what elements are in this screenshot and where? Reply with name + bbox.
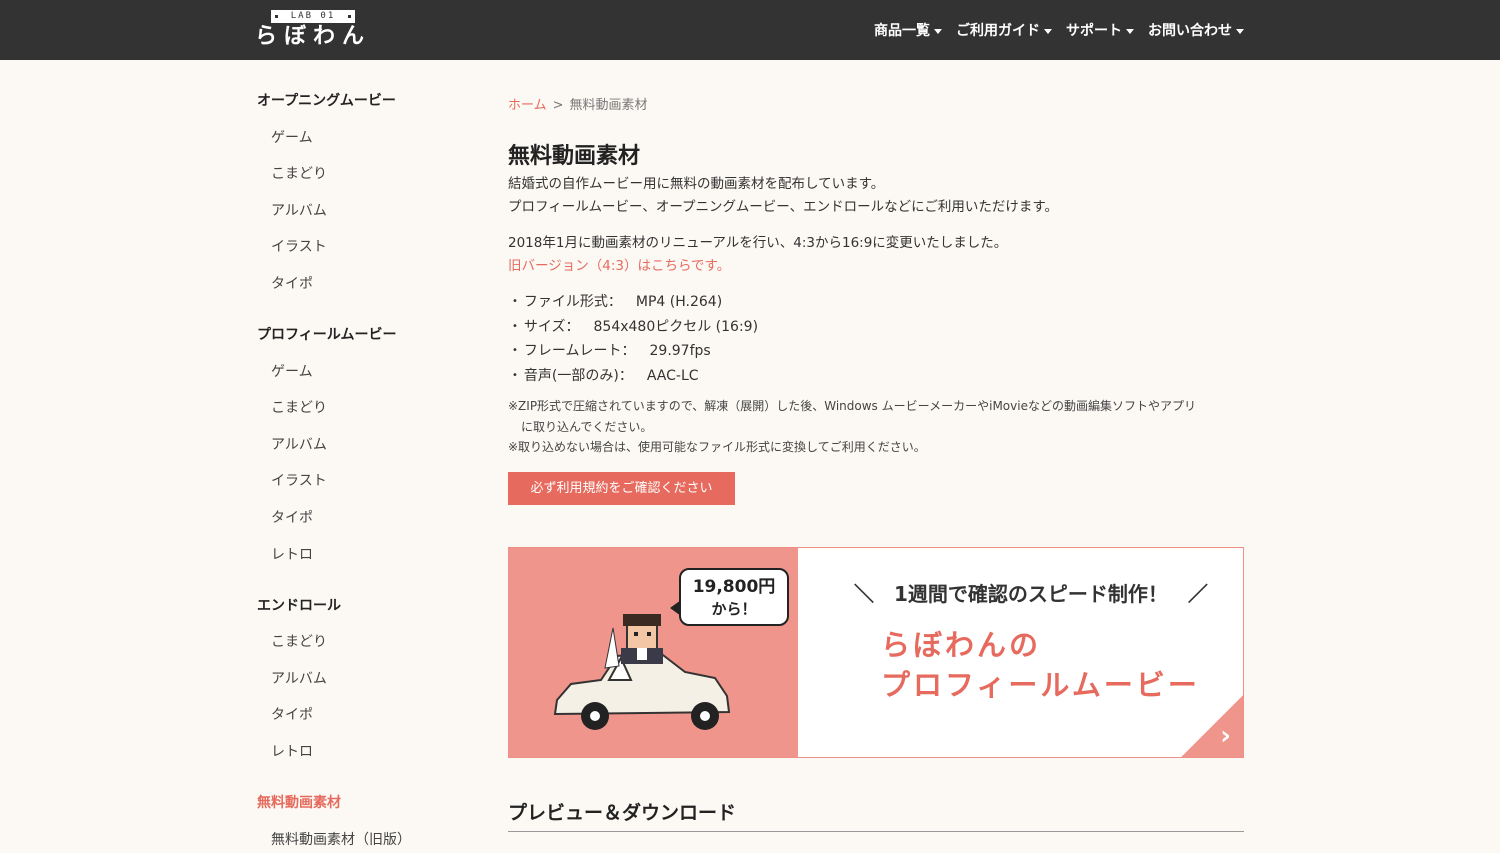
price-from-text: から！	[711, 600, 757, 618]
note-line-1-cont: に取り込んでください。	[521, 419, 653, 434]
sidebar-group-endroll[interactable]: エンドロール	[257, 595, 341, 615]
sidebar-item-endroll-album[interactable]: アルバム	[271, 668, 327, 688]
nav-contact[interactable]: お問い合わせ	[1148, 20, 1244, 40]
nav-contact-label: お問い合わせ	[1148, 23, 1232, 39]
list-item: 音声(一部のみ)： AAC-LC	[512, 365, 758, 390]
caret-down-icon	[1044, 28, 1052, 34]
logo-text: らぼわん	[255, 24, 372, 49]
banner-title-line-2: プロフィールムービー	[881, 668, 1200, 702]
note-line-1: ※ZIP形式で圧縮されていますので、解凍（展開）した後、Windows ムービー…	[508, 399, 1196, 413]
profile-movie-banner[interactable]: 19,800円 から！ ＼ 1週間で確認のスピード制作！ ／ らぼわんの プロフ…	[508, 547, 1244, 758]
banner-illustration: 19,800円 から！	[509, 548, 798, 757]
renewal-text: 2018年1月に動画素材のリニューアルを行い、4:3から16:9に変更いたしまし…	[508, 235, 1008, 251]
sidebar-item-profile-typo[interactable]: タイポ	[271, 507, 313, 527]
spec-label: フレームレート：	[523, 343, 636, 360]
sidebar-item-opening-illust[interactable]: イラスト	[271, 236, 327, 256]
nav-guide[interactable]: ご利用ガイド	[956, 20, 1052, 40]
usage-note: ※ZIP形式で圧縮されていますので、解凍（展開）した後、Windows ムービー…	[508, 396, 1244, 458]
nav-support[interactable]: サポート	[1066, 20, 1134, 40]
sidebar-group-free[interactable]: 無料動画素材	[257, 792, 341, 812]
sidebar-item-profile-retro[interactable]: レトロ	[271, 544, 313, 564]
terms-button[interactable]: 必ず利用規約をご確認ください	[508, 472, 735, 505]
breadcrumb-home[interactable]: ホーム	[508, 98, 547, 113]
breadcrumb: ホーム > 無料動画素材	[508, 94, 648, 113]
spec-value: MP4 (H.264)	[635, 294, 723, 310]
spec-label: ファイル形式：	[523, 294, 622, 310]
sidebar-item-opening-typo[interactable]: タイポ	[271, 273, 313, 293]
list-item: サイズ： 854x480ピクセル (16:9)	[512, 316, 758, 341]
logo-badge: LAB 01	[271, 10, 355, 23]
sidebar-item-opening-game[interactable]: ゲーム	[271, 127, 313, 147]
nav-products-label: 商品一覧	[874, 23, 930, 39]
sidebar-item-profile-komadori[interactable]: こまどり	[271, 397, 327, 417]
list-item: フレームレート： 29.97fps	[512, 340, 758, 365]
caret-down-icon	[934, 28, 942, 34]
spec-label: サイズ：	[523, 318, 580, 335]
banner-corner	[1181, 695, 1243, 757]
chevron-right-icon: ›	[1220, 721, 1231, 751]
spec-value: 29.97fps	[649, 343, 711, 360]
sidebar-item-endroll-typo[interactable]: タイポ	[271, 704, 313, 724]
nav-guide-label: ご利用ガイド	[956, 23, 1040, 39]
note-line-2: ※取り込めない場合は、使用可能なファイル形式に変換してご利用ください。	[508, 440, 926, 454]
price-text: 19,800円	[692, 577, 776, 597]
site-logo[interactable]: LAB 01 らぼわん	[255, 8, 375, 52]
nav-support-label: サポート	[1066, 23, 1122, 39]
sidebar-item-profile-album[interactable]: アルバム	[271, 434, 327, 454]
sidebar-group-profile[interactable]: プロフィールムービー	[257, 324, 396, 344]
spec-list: ファイル形式： MP4 (H.264) サイズ： 854x480ピクセル (16:9…	[512, 291, 758, 390]
spec-value: 854x480ピクセル (16:9)	[593, 318, 759, 335]
old-version-link[interactable]: 旧バージョン（4:3）はこちらです。	[508, 255, 730, 278]
preview-download-heading: プレビュー＆ダウンロード	[508, 798, 1244, 832]
price-bubble: 19,800円 から！	[670, 568, 789, 626]
sidebar-item-profile-illust[interactable]: イラスト	[271, 470, 327, 490]
sidebar-item-endroll-komadori[interactable]: こまどり	[271, 631, 327, 651]
sidebar-item-endroll-retro[interactable]: レトロ	[271, 741, 313, 761]
breadcrumb-current: 無料動画素材	[569, 98, 648, 113]
banner-tagline: ＼ 1週間で確認のスピード制作！ ／	[854, 582, 1208, 606]
global-nav: 商品一覧 ご利用ガイド サポート お問い合わせ	[874, 0, 1244, 60]
caret-down-icon	[1236, 28, 1244, 34]
caret-down-icon	[1126, 28, 1134, 34]
breadcrumb-separator: >	[552, 98, 564, 113]
sidebar-group-opening[interactable]: オープニングムービー	[257, 90, 396, 110]
banner-title-line-1: らぼわんの	[881, 628, 1042, 662]
sidebar-item-profile-game[interactable]: ゲーム	[271, 361, 313, 381]
sidebar-item-opening-album[interactable]: アルバム	[271, 200, 327, 220]
page-title: 無料動画素材	[508, 144, 641, 169]
spec-label: 音声(一部のみ)：	[523, 368, 633, 385]
spec-value: AAC-LC	[646, 368, 699, 385]
sidebar-item-opening-komadori[interactable]: こまどり	[271, 163, 327, 183]
sidebar-item-free-old[interactable]: 無料動画素材（旧版）	[271, 829, 411, 849]
site-header: LAB 01 らぼわん 商品一覧 ご利用ガイド サポート お問い合わせ	[0, 0, 1500, 60]
nav-products[interactable]: 商品一覧	[874, 20, 942, 40]
intro-line-2: プロフィールムービー、オープニングムービー、エンドロールなどにご利用いただけます…	[508, 199, 1058, 215]
intro-line-1: 結婚式の自作ムービー用に無料の動画素材を配布しています。	[508, 176, 885, 192]
list-item: ファイル形式： MP4 (H.264)	[512, 291, 758, 316]
